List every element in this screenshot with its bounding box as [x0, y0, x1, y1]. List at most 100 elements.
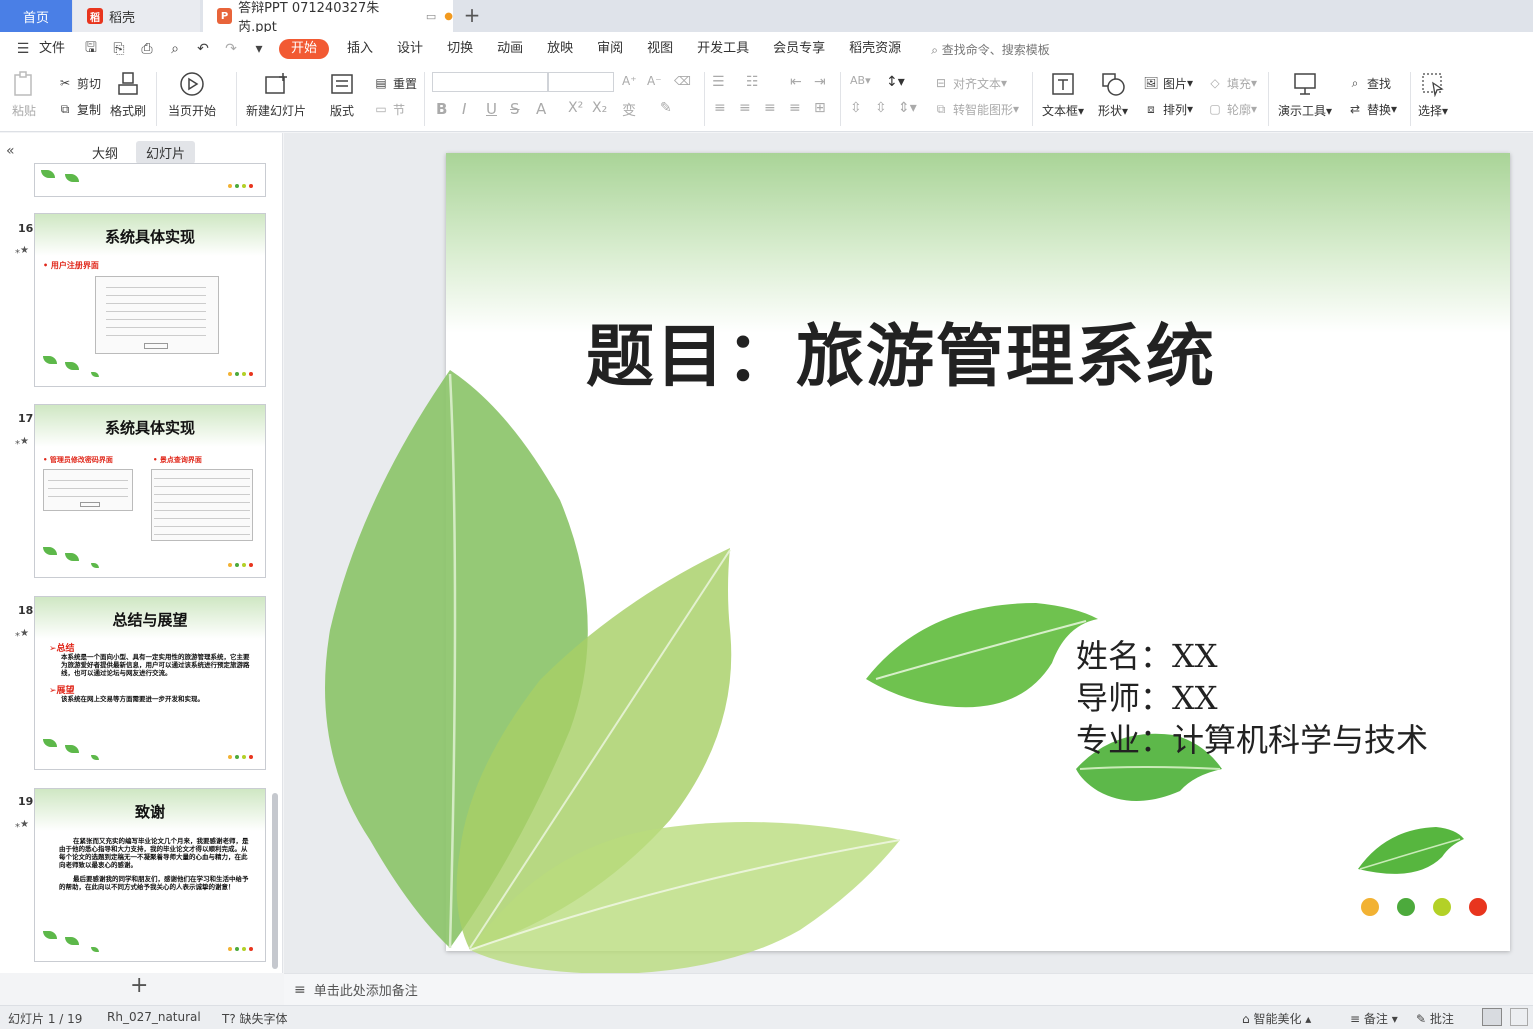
- menu-member[interactable]: 会员专享: [761, 32, 837, 66]
- tutor-name[interactable]: 导师：XX: [1076, 673, 1218, 719]
- slide-thumbnail[interactable]: 系统具体实现 • 管理员修改密码界面 • 景点查询界面: [34, 404, 266, 578]
- align-text-button[interactable]: ⊟ 对齐文本 ▾: [932, 74, 1007, 92]
- align-center-icon[interactable]: ≡: [739, 100, 751, 116]
- format-painter-button[interactable]: 格式刷: [110, 70, 146, 119]
- monitor-icon[interactable]: ▭: [426, 10, 436, 23]
- reset-button[interactable]: ▤ 重置: [372, 74, 417, 92]
- textbox-button[interactable]: 文本框▾: [1042, 70, 1084, 119]
- add-slide-button[interactable]: +: [130, 973, 148, 998]
- arrange-button[interactable]: ⧈ 排列 ▾: [1142, 100, 1193, 118]
- strikethrough-icon[interactable]: S: [510, 100, 520, 118]
- numbered-list-icon[interactable]: ☷: [746, 74, 759, 90]
- menu-insert[interactable]: 插入: [335, 32, 385, 66]
- spacing-after-icon[interactable]: ⇳: [875, 100, 887, 116]
- notes-toggle-button[interactable]: ≡ 备注 ▾: [1350, 1010, 1398, 1027]
- bold-icon[interactable]: B: [436, 100, 447, 118]
- redo-icon[interactable]: ↷: [220, 38, 242, 60]
- from-current-button[interactable]: 当页开始: [168, 70, 216, 119]
- subscript-icon[interactable]: X₂: [592, 100, 607, 116]
- indent-increase-icon[interactable]: ⇥: [814, 74, 826, 90]
- superscript-icon[interactable]: X²: [568, 100, 583, 116]
- highlight-icon[interactable]: ✎: [660, 100, 672, 116]
- section-button[interactable]: ▭ 节: [372, 100, 405, 118]
- smart-beautify-button[interactable]: ⌂ 智能美化 ▴: [1242, 1010, 1311, 1027]
- eraser-icon[interactable]: ⌫: [674, 74, 691, 88]
- preview-icon[interactable]: ⌕: [164, 38, 186, 60]
- save-icon[interactable]: 🖫: [80, 38, 102, 60]
- notes-bar[interactable]: ≡ 单击此处添加备注: [284, 973, 1533, 1005]
- bullet-list-icon[interactable]: ☰: [712, 74, 725, 90]
- slide-thumbnail[interactable]: 致谢 在紧张而又充实的编写毕业论文几个月来，我要感谢老师，是由于他的悉心指导和大…: [34, 788, 266, 962]
- comment-button[interactable]: ✎ 批注: [1416, 1010, 1454, 1027]
- magnifier-icon: ⌕: [1351, 75, 1359, 90]
- menu-animation[interactable]: 动画: [485, 32, 535, 66]
- menu-daoke-resources[interactable]: 稻壳资源: [837, 32, 913, 66]
- undo-icon[interactable]: ↶: [192, 38, 214, 60]
- font-size-select[interactable]: [548, 72, 614, 92]
- menu-slideshow[interactable]: 放映: [535, 32, 585, 66]
- tab-document[interactable]: P 答辩PPT 071240327朱芮.ppt ▭ ●: [203, 0, 453, 35]
- slide-thumbnail[interactable]: [34, 163, 266, 197]
- menu-start[interactable]: 开始: [279, 39, 330, 59]
- distribute-icon[interactable]: ⊞: [814, 100, 826, 116]
- font-family-select[interactable]: [432, 72, 548, 92]
- align-left-icon[interactable]: ≡: [714, 100, 726, 116]
- command-search[interactable]: ⌕ 查找命令、搜索模板: [931, 41, 1050, 58]
- sorter-view-icon[interactable]: [1510, 1008, 1528, 1026]
- copy-button[interactable]: ⧉ 复制: [56, 100, 101, 118]
- spacing-before-icon[interactable]: ⇳: [850, 100, 862, 116]
- smart-graphic-button[interactable]: ⧉ 转智能图形 ▾: [932, 100, 1019, 118]
- shape-button[interactable]: 形状▾: [1098, 70, 1128, 119]
- paragraph-spacing-icon[interactable]: ⇕▾: [898, 100, 917, 116]
- fill-button[interactable]: ◇ 填充 ▾: [1206, 74, 1257, 92]
- quick-access-dropdown-icon[interactable]: ▾: [248, 38, 270, 60]
- tab-daoke[interactable]: 稻 稻壳: [73, 0, 200, 32]
- layout-button[interactable]: 版式: [328, 70, 356, 119]
- tab-outline[interactable]: 大纲: [92, 143, 118, 162]
- replace-button[interactable]: ⇄ 替换 ▾: [1346, 100, 1397, 118]
- menu-file[interactable]: 文件: [37, 32, 77, 66]
- print-icon[interactable]: ⎙: [136, 38, 158, 60]
- cut-button[interactable]: ✂ 剪切: [56, 74, 101, 92]
- dot-orange: [1361, 898, 1379, 916]
- menu-review[interactable]: 审阅: [585, 32, 635, 66]
- panel-scrollbar[interactable]: [272, 793, 278, 969]
- phonetic-icon[interactable]: 变: [622, 100, 636, 120]
- justify-icon[interactable]: ≡: [789, 100, 801, 116]
- normal-view-icon[interactable]: [1482, 1008, 1502, 1026]
- line-spacing-icon[interactable]: ↕▾: [886, 74, 905, 90]
- outline-button[interactable]: ▢ 轮廓 ▾: [1206, 100, 1257, 118]
- italic-icon[interactable]: I: [462, 100, 466, 118]
- slide-thumbnail[interactable]: 总结与展望 ➢总结 本系统是一个面向小型、具有一定实用性的旅游管理系统，它主要为…: [34, 596, 266, 770]
- find-button[interactable]: ⌕ 查找: [1346, 74, 1391, 92]
- indent-decrease-icon[interactable]: ⇤: [790, 74, 802, 90]
- menu-design[interactable]: 设计: [385, 32, 435, 66]
- align-right-icon[interactable]: ≡: [764, 100, 776, 116]
- presentation-tools-button[interactable]: 演示工具▾: [1278, 70, 1332, 119]
- new-slide-button[interactable]: 新建幻灯片: [246, 70, 306, 119]
- underline-icon[interactable]: U: [486, 100, 497, 118]
- major-line[interactable]: 专业：计算机科学与技术: [1076, 715, 1428, 761]
- menu-transition[interactable]: 切换: [435, 32, 485, 66]
- color-dots: [228, 184, 253, 188]
- text-direction-icon[interactable]: AB▾: [850, 74, 871, 87]
- missing-font-button[interactable]: T? 缺失字体: [222, 1010, 288, 1027]
- new-tab-button[interactable]: +: [460, 4, 484, 28]
- author-name[interactable]: 姓名：XX: [1076, 631, 1218, 677]
- menu-view[interactable]: 视图: [635, 32, 685, 66]
- tab-slides[interactable]: 幻灯片: [136, 141, 196, 164]
- export-icon[interactable]: ⎘: [108, 38, 130, 60]
- slide-thumbnail[interactable]: 系统具体实现 • 用户注册界面: [34, 213, 266, 387]
- command-search-label: 查找命令、搜索模板: [941, 42, 1050, 57]
- collapse-panel-icon[interactable]: «: [6, 143, 15, 159]
- paste-button[interactable]: 粘贴: [10, 70, 38, 119]
- notes-placeholder[interactable]: 单击此处添加备注: [314, 980, 418, 999]
- hamburger-icon[interactable]: ☰: [12, 38, 34, 60]
- menu-developer[interactable]: 开发工具: [685, 32, 761, 66]
- font-shrink-icon[interactable]: A⁻: [647, 74, 662, 88]
- font-color-icon[interactable]: A: [536, 100, 546, 118]
- font-grow-icon[interactable]: A⁺: [622, 74, 637, 88]
- select-button[interactable]: 选择▾: [1418, 70, 1448, 119]
- tab-home[interactable]: 首页: [0, 0, 72, 32]
- picture-button[interactable]: 🖼 图片 ▾: [1142, 74, 1193, 92]
